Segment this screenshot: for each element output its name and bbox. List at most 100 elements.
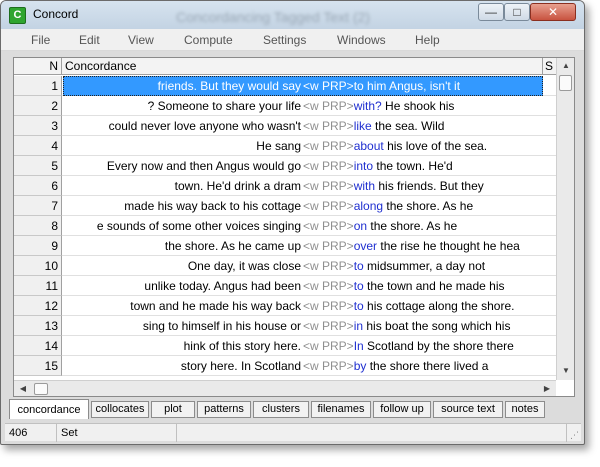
- table-row[interactable]: 5 Every now and then Angus would go <w PRP…: [14, 156, 556, 176]
- row-number[interactable]: 8: [14, 216, 62, 236]
- menu-settings[interactable]: Settings: [263, 33, 306, 47]
- scroll-down-icon[interactable]: ▼: [558, 364, 574, 378]
- menu-bar: File Edit View Compute Settings Windows …: [1, 29, 584, 51]
- table-row[interactable]: 2? Someone to share your life <w PRP>with…: [14, 96, 556, 116]
- pos-tag: <w PRP>: [303, 79, 354, 93]
- row-number[interactable]: 7: [14, 196, 62, 216]
- menu-compute[interactable]: Compute: [184, 33, 233, 47]
- column-header-s[interactable]: S: [544, 58, 556, 75]
- menu-help[interactable]: Help: [415, 33, 440, 47]
- concordance-line[interactable]: the shore. As he came up <w PRP>over the …: [63, 236, 543, 256]
- row-number[interactable]: 5: [14, 156, 62, 176]
- concordance-line[interactable]: could never love anyone who wasn't <w PRP…: [63, 116, 543, 136]
- pos-tag: <w PRP>: [303, 259, 354, 273]
- concordance-line[interactable]: town. He'd drink a dram <w PRP>with his f…: [63, 176, 543, 196]
- row-number[interactable]: 2: [14, 96, 62, 116]
- menu-file[interactable]: File: [31, 33, 50, 47]
- tab-patterns[interactable]: patterns: [197, 401, 251, 418]
- left-context: friends. But they would say: [157, 79, 301, 93]
- pos-tag: <w PRP>: [303, 159, 354, 173]
- concordance-line[interactable]: made his way back to his cottage <w PRP>a…: [63, 196, 543, 216]
- horizontal-scroll-thumb[interactable]: [34, 383, 48, 395]
- table-row[interactable]: 8e sounds of some other voices singing <w…: [14, 216, 556, 236]
- table-row[interactable]: 6 town. He'd drink a dram <w PRP>with his …: [14, 176, 556, 196]
- row-number[interactable]: 11: [14, 276, 62, 296]
- minimize-button[interactable]: —: [478, 3, 504, 21]
- title-bar[interactable]: C Concord Concordancing Tagged Text (2) …: [1, 1, 584, 29]
- row-number[interactable]: 1: [14, 76, 62, 96]
- left-context: the shore. As he came up: [164, 239, 301, 253]
- row-number[interactable]: 14: [14, 336, 62, 356]
- concordance-line[interactable]: He sang <w PRP>about his love of the sea.: [63, 136, 543, 156]
- concordance-line[interactable]: One day, it was close <w PRP>to midsummer…: [63, 256, 543, 276]
- row-number[interactable]: 6: [14, 176, 62, 196]
- maximize-button[interactable]: □: [504, 3, 530, 21]
- vertical-scrollbar[interactable]: ▲ ▼: [556, 58, 574, 380]
- tab-collocates[interactable]: collocates: [91, 401, 149, 418]
- tab-source-text[interactable]: source text: [433, 401, 503, 418]
- concordance-line[interactable]: unlike today. Angus had been <w PRP>to th…: [63, 276, 543, 296]
- row-number[interactable]: 13: [14, 316, 62, 336]
- tab-clusters[interactable]: clusters: [253, 401, 309, 418]
- table-row[interactable]: 7 made his way back to his cottage <w PRP>…: [14, 196, 556, 216]
- concordance-line[interactable]: friends. But they would say <w PRP>to him…: [63, 76, 543, 96]
- close-button[interactable]: ✕: [530, 3, 576, 21]
- concordance-line[interactable]: ? Someone to share your life <w PRP>with?…: [63, 96, 543, 116]
- table-row[interactable]: 14 hink of this story here. <w PRP>In Scot…: [14, 336, 556, 356]
- table-row[interactable]: 1 friends. But they would say <w PRP>to hi…: [14, 76, 556, 96]
- horizontal-scrollbar[interactable]: ◀ ▶: [14, 380, 556, 396]
- search-word: in: [353, 319, 364, 333]
- table-row[interactable]: 10 One day, it was close <w PRP>to midsumm…: [14, 256, 556, 276]
- vertical-scroll-thumb[interactable]: [559, 75, 572, 91]
- tab-follow-up[interactable]: follow up: [373, 401, 431, 418]
- tab-notes[interactable]: notes: [505, 401, 545, 418]
- tab-concordance[interactable]: concordance: [9, 399, 89, 419]
- search-word: with?: [353, 99, 382, 113]
- status-count: 406: [5, 424, 57, 442]
- search-word: to: [353, 79, 364, 93]
- column-header-concordance[interactable]: Concordance: [63, 58, 543, 75]
- menu-edit[interactable]: Edit: [79, 33, 100, 47]
- concordance-line[interactable]: sing to himself in his house or <w PRP>in…: [63, 316, 543, 336]
- left-context: made his way back to his cottage: [124, 199, 301, 213]
- pos-tag: <w PRP>: [303, 359, 354, 373]
- resize-grip-icon[interactable]: ⋰: [570, 430, 580, 440]
- table-row[interactable]: 15 story here. In Scotland <w PRP>by the s…: [14, 356, 556, 376]
- row-number[interactable]: 10: [14, 256, 62, 276]
- right-context: his love of the sea.: [383, 139, 488, 153]
- table-row[interactable]: 12 town and he made his way back <w PRP>to…: [14, 296, 556, 316]
- row-number[interactable]: 12: [14, 296, 62, 316]
- column-header-n[interactable]: N: [14, 58, 62, 75]
- concordance-line[interactable]: Every now and then Angus would go <w PRP>…: [63, 156, 543, 176]
- table-row[interactable]: 3 could never love anyone who wasn't <w PR…: [14, 116, 556, 136]
- right-context: the shore. As he: [367, 219, 458, 233]
- grid-rows: 1 friends. But they would say <w PRP>to hi…: [14, 76, 556, 379]
- row-number[interactable]: 9: [14, 236, 62, 256]
- concordance-line[interactable]: e sounds of some other voices singing <w …: [63, 216, 543, 236]
- table-row[interactable]: 11 unlike today. Angus had been <w PRP>to …: [14, 276, 556, 296]
- scroll-right-icon[interactable]: ▶: [540, 382, 554, 396]
- concordance-line[interactable]: hink of this story here. <w PRP>In Scotla…: [63, 336, 543, 356]
- right-context: the shore. As he: [383, 199, 474, 213]
- right-segment: <w PRP>with? He shook his: [303, 96, 454, 116]
- scroll-up-icon[interactable]: ▲: [558, 59, 574, 73]
- menu-windows[interactable]: Windows: [337, 33, 386, 47]
- tab-plot[interactable]: plot: [151, 401, 195, 418]
- table-row[interactable]: 13 sing to himself in his house or <w PRP>…: [14, 316, 556, 336]
- right-segment: <w PRP>by the shore there lived a: [303, 356, 488, 376]
- row-number[interactable]: 3: [14, 116, 62, 136]
- row-number[interactable]: 15: [14, 356, 62, 376]
- menu-view[interactable]: View: [128, 33, 154, 47]
- right-segment: <w PRP>In Scotland by the shore there: [303, 336, 514, 356]
- right-segment: <w PRP>along the shore. As he: [303, 196, 473, 216]
- table-row[interactable]: 9 the shore. As he came up <w PRP>over the…: [14, 236, 556, 256]
- tab-filenames[interactable]: filenames: [311, 401, 371, 418]
- row-number[interactable]: 4: [14, 136, 62, 156]
- table-row[interactable]: 4 He sang <w PRP>about his love of the sea…: [14, 136, 556, 156]
- concordance-line[interactable]: town and he made his way back <w PRP>to h…: [63, 296, 543, 316]
- concordance-line[interactable]: story here. In Scotland <w PRP>by the sho…: [63, 356, 543, 376]
- background-window-title: Concordancing Tagged Text (2): [176, 9, 371, 25]
- left-context: town. He'd drink a dram: [174, 179, 301, 193]
- right-segment: <w PRP>on the shore. As he: [303, 216, 457, 236]
- scroll-left-icon[interactable]: ◀: [16, 382, 30, 396]
